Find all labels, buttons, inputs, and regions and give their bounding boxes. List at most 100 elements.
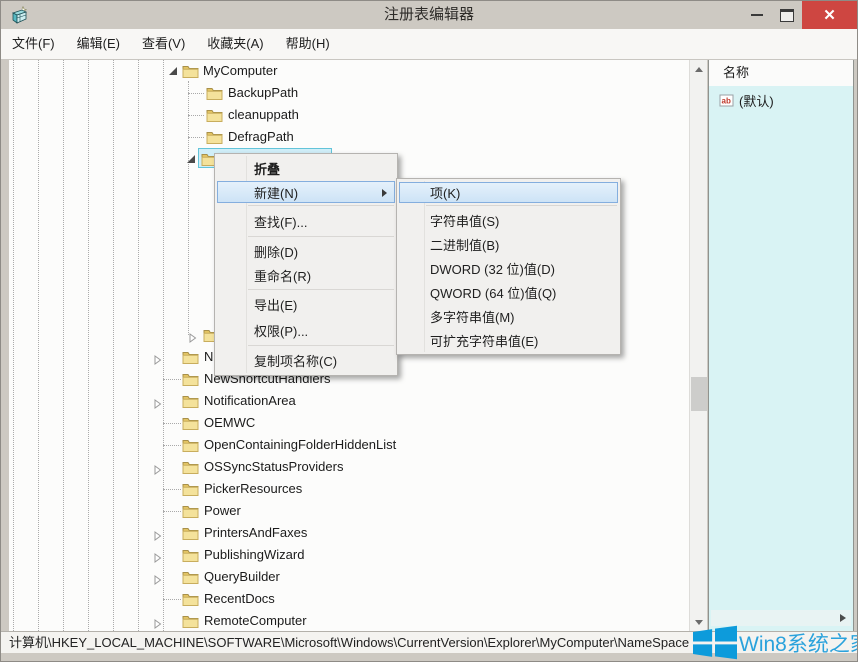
tree-connector bbox=[163, 423, 181, 424]
tree-key-label[interactable]: RemoteComputer bbox=[204, 613, 307, 628]
tree-row[interactable]: PublishingWizard bbox=[9, 545, 689, 565]
tree-row[interactable]: RemoteComputer bbox=[9, 611, 689, 631]
submenu-item-dword-value[interactable]: DWORD (32 位)值(D) bbox=[397, 256, 620, 280]
collapsed-arrow-icon[interactable] bbox=[154, 572, 162, 590]
tree-key-label[interactable]: OEMWC bbox=[204, 415, 255, 430]
context-menu: 折叠 新建(N) 查找(F)... 删除(D) 重命名(R) 导出(E) 权限(… bbox=[214, 153, 398, 376]
tree-row[interactable]: cleanuppath bbox=[9, 105, 689, 125]
tree-key-label[interactable]: QueryBuilder bbox=[204, 569, 280, 584]
folder-icon bbox=[206, 86, 223, 105]
tree-key-label[interactable]: PickerResources bbox=[204, 481, 302, 496]
minimize-button[interactable] bbox=[742, 1, 772, 29]
folder-icon bbox=[182, 592, 199, 611]
folder-icon bbox=[182, 504, 199, 523]
value-name-label: (默认) bbox=[739, 91, 774, 110]
collapsed-arrow-icon[interactable] bbox=[154, 462, 162, 480]
scroll-up-button[interactable] bbox=[690, 60, 708, 77]
folder-icon bbox=[182, 548, 199, 567]
menu-favorites[interactable]: 收藏夹(A) bbox=[196, 29, 274, 58]
collapsed-arrow-icon[interactable] bbox=[154, 550, 162, 568]
collapsed-arrow-icon[interactable] bbox=[154, 352, 162, 370]
scroll-right-icon bbox=[840, 614, 846, 622]
expanded-arrow-icon[interactable] bbox=[187, 155, 195, 163]
menu-separator bbox=[248, 205, 394, 206]
tree-key-label[interactable]: RecentDocs bbox=[204, 591, 275, 606]
submenu-item-key[interactable]: 项(K) bbox=[399, 182, 618, 203]
collapsed-arrow-icon[interactable] bbox=[154, 396, 162, 414]
menu-edit[interactable]: 编辑(E) bbox=[66, 29, 131, 58]
tree-row[interactable]: DefragPath bbox=[9, 127, 689, 147]
svg-text:ab: ab bbox=[722, 97, 731, 106]
submenu-item-string-value[interactable]: 字符串值(S) bbox=[397, 208, 620, 232]
watermark: Win8系统之家 bbox=[693, 625, 858, 660]
tree-key-label[interactable]: NotificationArea bbox=[204, 393, 296, 408]
tree-connector bbox=[163, 379, 181, 380]
tree-row[interactable]: BackupPath bbox=[9, 83, 689, 103]
menu-item-export[interactable]: 导出(E) bbox=[215, 292, 397, 317]
folder-icon bbox=[182, 416, 199, 435]
menu-item-rename[interactable]: 重命名(R) bbox=[215, 263, 397, 287]
submenu-item-expandable-string-value[interactable]: 可扩充字符串值(E) bbox=[397, 328, 620, 352]
menu-item-delete[interactable]: 删除(D) bbox=[215, 239, 397, 263]
tree-row[interactable]: NotificationArea bbox=[9, 391, 689, 411]
new-submenu: 项(K) 字符串值(S) 二进制值(B) DWORD (32 位)值(D) QW… bbox=[396, 178, 621, 355]
folder-icon bbox=[206, 108, 223, 127]
tree-vertical-scrollbar[interactable] bbox=[689, 60, 707, 631]
close-icon: ✕ bbox=[823, 6, 836, 24]
collapsed-arrow-icon[interactable] bbox=[189, 330, 197, 348]
folder-icon bbox=[182, 64, 199, 83]
tree-key-label[interactable]: OpenContainingFolderHiddenList bbox=[204, 437, 396, 452]
status-path: 计算机\HKEY_LOCAL_MACHINE\SOFTWARE\Microsof… bbox=[9, 632, 689, 653]
tree-key-label[interactable]: OSSyncStatusProviders bbox=[204, 459, 343, 474]
tree-key-label[interactable]: cleanuppath bbox=[228, 107, 299, 122]
tree-key-label[interactable]: MyComputer bbox=[203, 63, 277, 78]
column-header-name[interactable]: 名称 bbox=[709, 60, 853, 86]
menu-separator bbox=[248, 236, 394, 237]
tree-connector bbox=[188, 115, 204, 116]
tree-row[interactable]: PickerResources bbox=[9, 479, 689, 499]
folder-icon bbox=[206, 130, 223, 149]
folder-icon bbox=[182, 570, 199, 589]
menu-separator bbox=[248, 289, 394, 290]
scrollbar-thumb[interactable] bbox=[691, 377, 707, 411]
tree-connector bbox=[163, 511, 181, 512]
menu-item-collapse[interactable]: 折叠 bbox=[215, 156, 397, 180]
tree-connector bbox=[163, 599, 181, 600]
menu-item-copy-key-name[interactable]: 复制项名称(C) bbox=[215, 348, 397, 373]
submenu-item-multi-string-value[interactable]: 多字符串值(M) bbox=[397, 304, 620, 328]
tree-row[interactable]: MyComputer bbox=[9, 61, 689, 81]
tree-key-label[interactable]: PublishingWizard bbox=[204, 547, 304, 562]
maximize-button[interactable] bbox=[772, 1, 802, 29]
folder-icon bbox=[182, 394, 199, 413]
submenu-item-qword-value[interactable]: QWORD (64 位)值(Q) bbox=[397, 280, 620, 304]
tree-row[interactable]: OpenContainingFolderHiddenList bbox=[9, 435, 689, 455]
tree-row[interactable]: PrintersAndFaxes bbox=[9, 523, 689, 543]
menu-item-find[interactable]: 查找(F)... bbox=[215, 208, 397, 234]
tree-row[interactable]: OSSyncStatusProviders bbox=[9, 457, 689, 477]
collapsed-arrow-icon[interactable] bbox=[154, 616, 162, 631]
tree-connector bbox=[188, 93, 204, 94]
collapsed-arrow-icon[interactable] bbox=[154, 528, 162, 546]
close-button[interactable]: ✕ bbox=[802, 1, 857, 29]
tree-row[interactable]: OEMWC bbox=[9, 413, 689, 433]
tree-key-label[interactable]: N bbox=[204, 349, 213, 364]
submenu-item-binary-value[interactable]: 二进制值(B) bbox=[397, 232, 620, 256]
tree-row[interactable]: QueryBuilder bbox=[9, 567, 689, 587]
menu-help[interactable]: 帮助(H) bbox=[275, 29, 341, 58]
folder-icon bbox=[182, 438, 199, 457]
menu-item-new[interactable]: 新建(N) bbox=[217, 181, 395, 203]
tree-key-label[interactable]: Power bbox=[204, 503, 241, 518]
values-horizontal-scrollbar[interactable] bbox=[711, 610, 851, 626]
value-row-default[interactable]: ab (默认) bbox=[719, 91, 774, 110]
expanded-arrow-icon[interactable] bbox=[169, 67, 177, 75]
menu-file[interactable]: 文件(F) bbox=[1, 29, 66, 58]
folder-icon bbox=[182, 350, 199, 369]
tree-row[interactable]: Power bbox=[9, 501, 689, 521]
menu-view[interactable]: 查看(V) bbox=[131, 29, 196, 58]
tree-key-label[interactable]: BackupPath bbox=[228, 85, 298, 100]
tree-row[interactable]: RecentDocs bbox=[9, 589, 689, 609]
menu-item-permissions[interactable]: 权限(P)... bbox=[215, 317, 397, 343]
menu-separator bbox=[248, 345, 394, 346]
tree-key-label[interactable]: PrintersAndFaxes bbox=[204, 525, 307, 540]
tree-key-label[interactable]: DefragPath bbox=[228, 129, 294, 144]
